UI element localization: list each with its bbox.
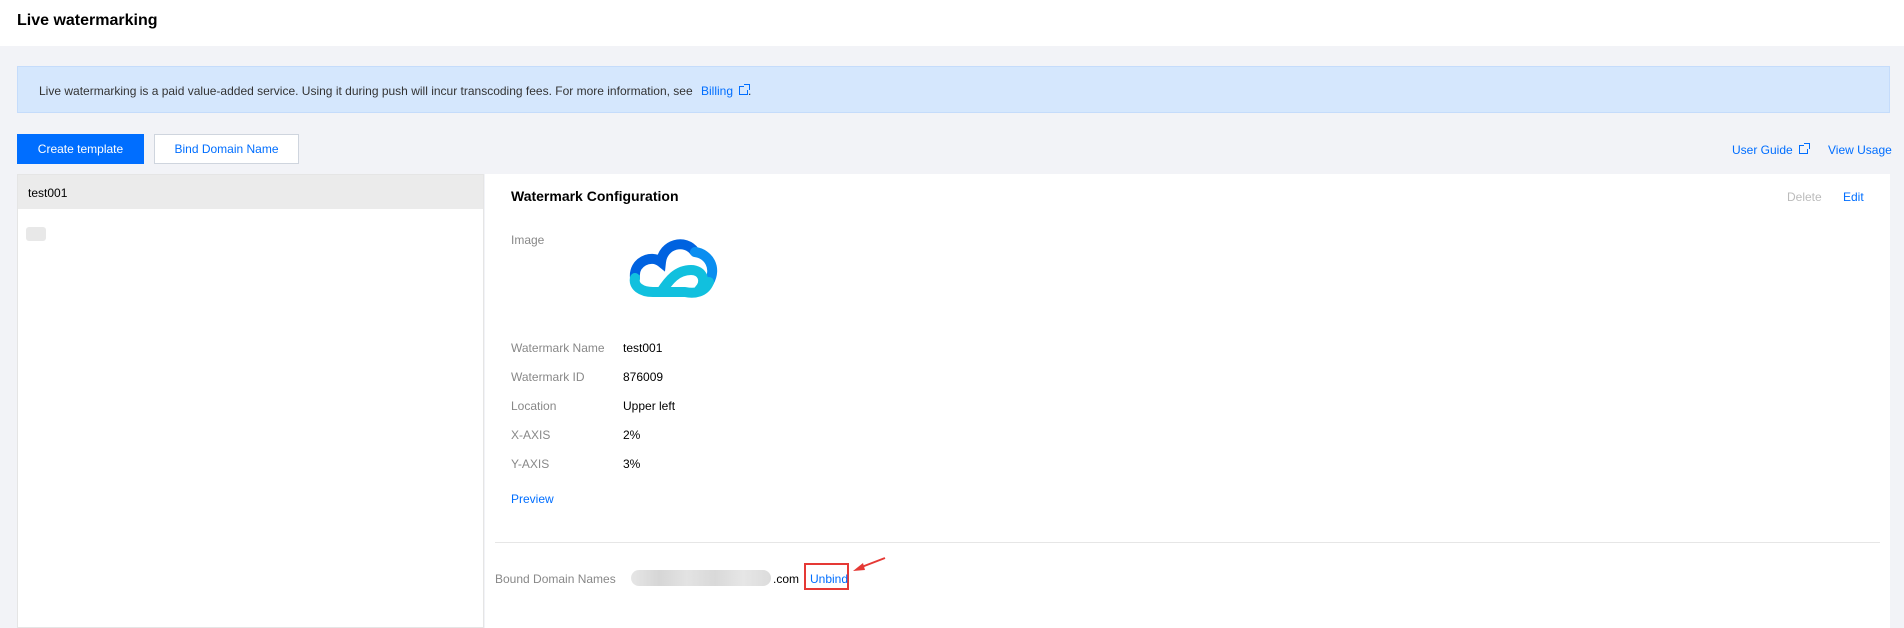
notice-text-line: Live watermarking is a paid value-added … <box>39 84 751 98</box>
template-list-item-label: test001 <box>28 186 68 200</box>
watermark-id-value: 876009 <box>623 370 664 384</box>
bind-domain-name-button[interactable]: Bind Domain Name <box>154 134 299 164</box>
image-label: Image <box>511 233 545 247</box>
delete-button[interactable]: Delete <box>1787 190 1822 204</box>
page-title: Live watermarking <box>17 12 158 29</box>
section-divider <box>495 542 1880 543</box>
annotation-arrow-icon <box>853 557 886 571</box>
watermark-name-value: test001 <box>623 341 663 355</box>
template-list: test001 <box>17 174 484 628</box>
watermark-config-panel: Watermark Configuration Delete Edit Imag… <box>485 174 1890 628</box>
location-label: Location <box>511 399 557 413</box>
notice-message: Live watermarking is a paid value-added … <box>39 84 693 98</box>
location-value: Upper left <box>623 399 676 413</box>
create-template-button[interactable]: Create template <box>17 134 144 164</box>
top-header: Live watermarking <box>0 0 1904 46</box>
user-guide-link[interactable]: User Guide <box>1732 143 1810 157</box>
watermark-name-label: Watermark Name <box>511 341 605 355</box>
preview-link[interactable]: Preview <box>511 492 554 506</box>
billing-link[interactable]: Billing <box>701 84 751 98</box>
blurred-placeholder <box>26 227 46 241</box>
billing-link-label: Billing <box>701 84 734 98</box>
y-axis-label: Y-AXIS <box>511 457 550 471</box>
user-guide-label: User Guide <box>1732 143 1793 157</box>
x-axis-label: X-AXIS <box>511 428 551 442</box>
bound-domain-names-label: Bound Domain Names <box>495 572 616 586</box>
domain-suffix: .com <box>773 572 800 586</box>
external-link-icon <box>1798 143 1810 154</box>
config-title: Watermark Configuration <box>511 188 679 204</box>
view-usage-link[interactable]: View Usage <box>1828 143 1892 157</box>
edit-button[interactable]: Edit <box>1843 190 1864 204</box>
unbind-button[interactable]: Unbind <box>810 572 848 586</box>
y-axis-value: 3% <box>623 457 641 471</box>
billing-notice: Live watermarking is a paid value-added … <box>17 66 1890 113</box>
external-link-icon <box>739 84 751 95</box>
watermark-id-label: Watermark ID <box>511 370 585 384</box>
cloud-logo-icon <box>629 239 718 298</box>
template-list-item[interactable]: test001 <box>18 175 483 209</box>
blurred-domain <box>631 570 771 586</box>
x-axis-value: 2% <box>623 428 641 442</box>
